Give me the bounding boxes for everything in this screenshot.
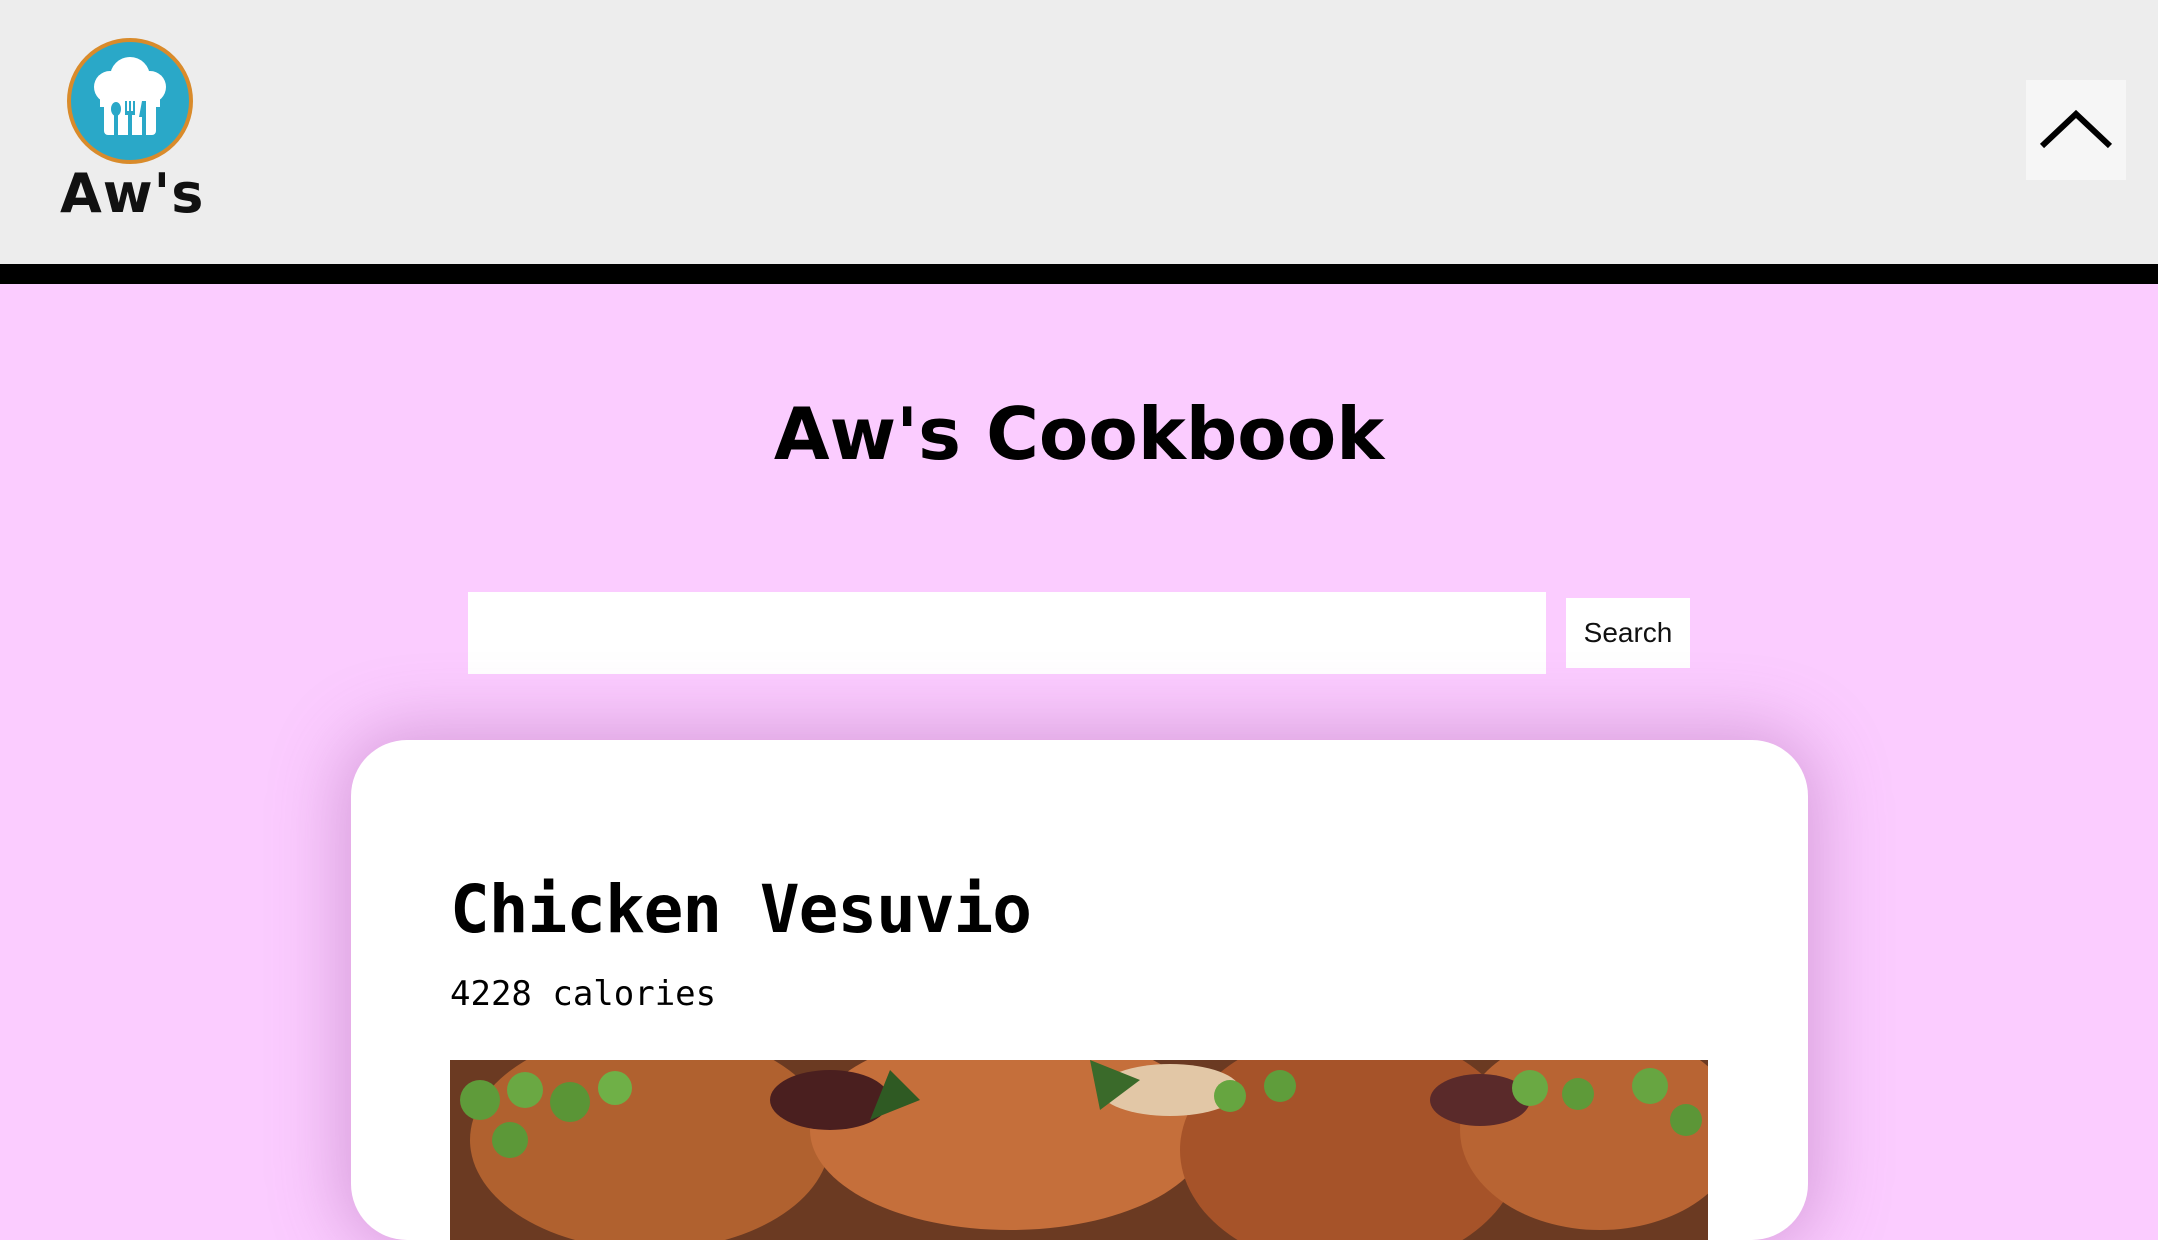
search-input[interactable] <box>468 592 1546 674</box>
site-logo[interactable]: Aw's <box>60 38 205 225</box>
recipe-calories: 4228 calories <box>450 974 717 1014</box>
logo-text: Aw's <box>60 162 205 225</box>
page-title: Aw's Cookbook <box>773 392 1385 476</box>
scroll-to-top-button[interactable] <box>2026 80 2126 180</box>
chevron-up-icon <box>2039 109 2113 149</box>
search-button[interactable]: Search <box>1566 598 1690 668</box>
site-header: Aw's <box>0 0 2158 284</box>
recipe-image <box>450 1060 1708 1240</box>
recipe-card[interactable]: Chicken Vesuvio 4228 calories <box>351 740 1808 1240</box>
recipe-title: Chicken Vesuvio <box>450 871 1032 948</box>
chef-hat-icon <box>67 38 193 164</box>
